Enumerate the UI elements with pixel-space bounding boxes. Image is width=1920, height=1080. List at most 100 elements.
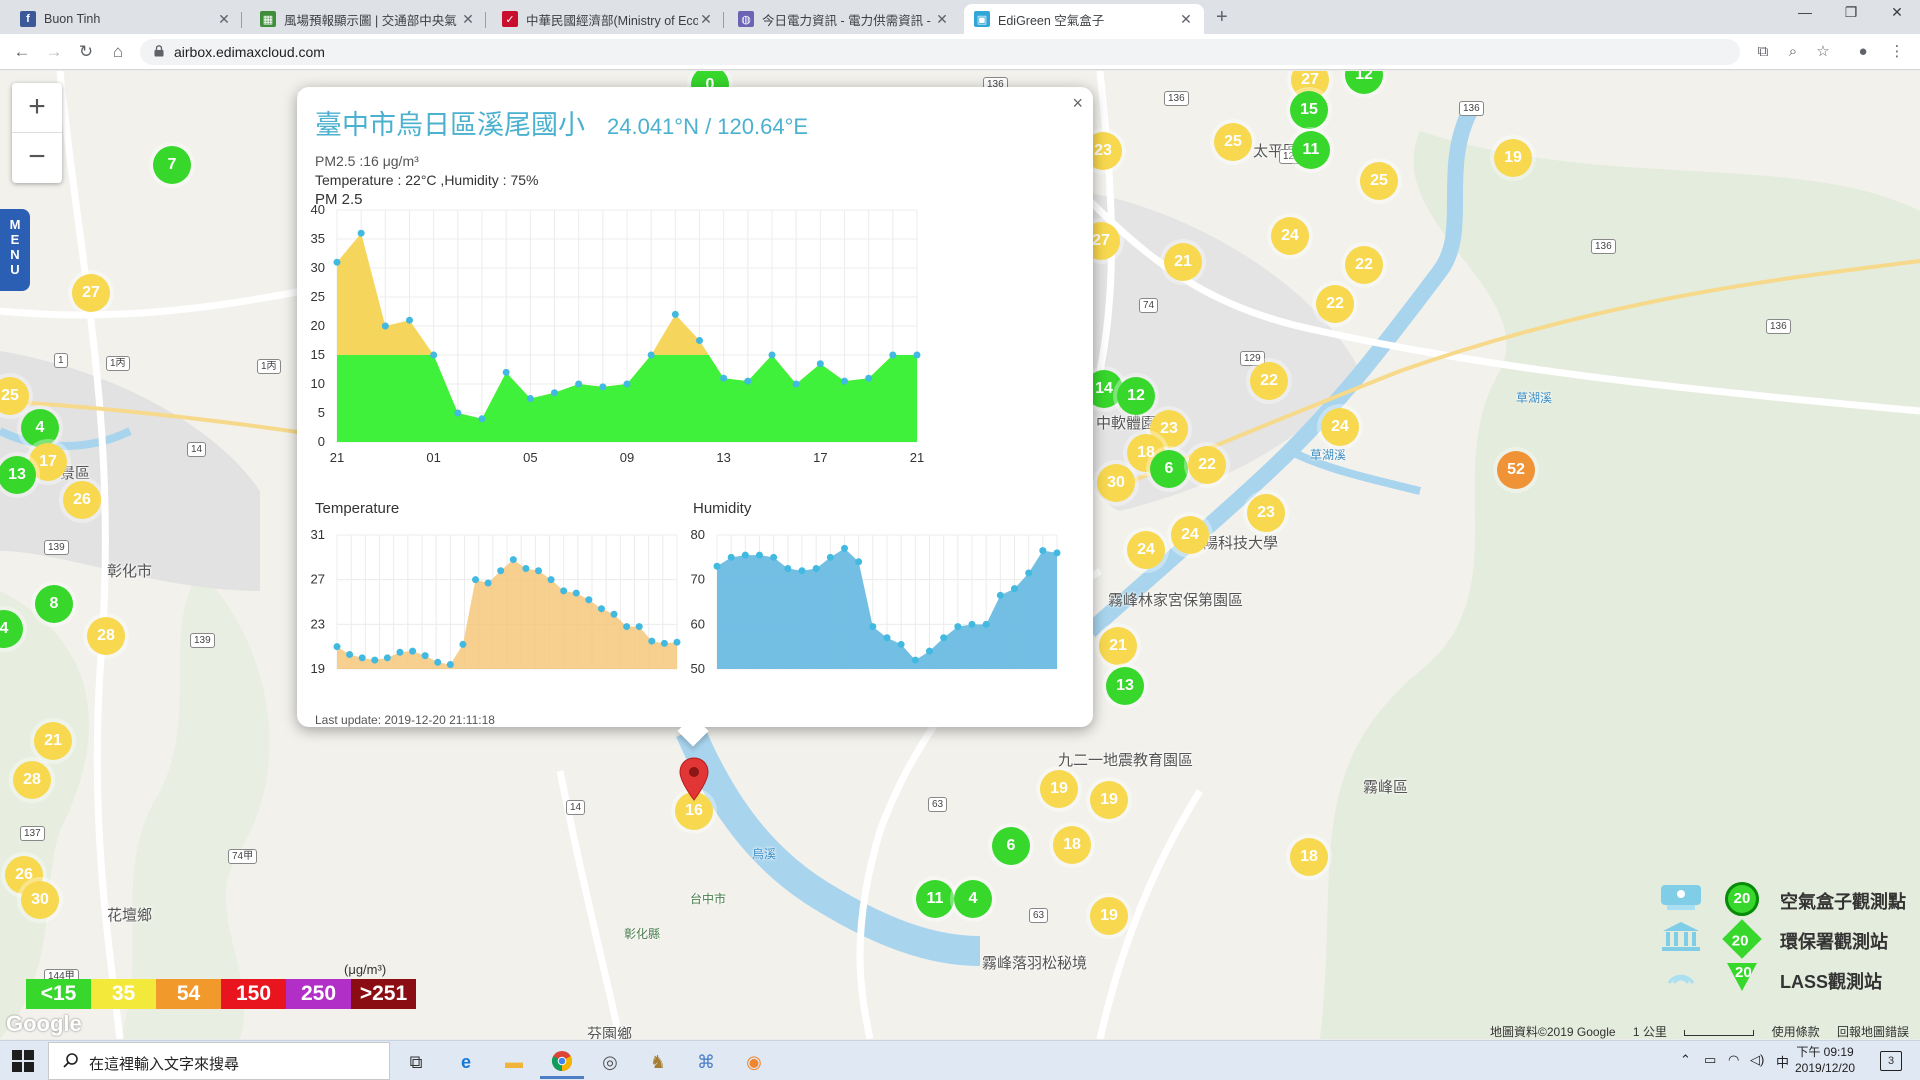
location-pin-icon[interactable] [679, 757, 709, 801]
sensor-marker[interactable]: 12 [1117, 377, 1155, 415]
volume-icon[interactable]: ◁) [1750, 1052, 1764, 1068]
owl-app-icon[interactable]: ♞ [636, 1045, 680, 1079]
sensor-marker[interactable]: 24 [1321, 408, 1359, 446]
sensor-marker[interactable]: 15 [1290, 91, 1328, 129]
sensor-marker[interactable]: 22 [1250, 362, 1288, 400]
file-explorer-icon[interactable]: ▬ [492, 1045, 536, 1079]
report-error-link[interactable]: 回報地圖錯誤 [1837, 1025, 1909, 1039]
close-tab-icon[interactable]: ✕ [934, 11, 950, 28]
close-tab-icon[interactable]: ✕ [216, 11, 232, 28]
sensor-marker[interactable]: 22 [1345, 246, 1383, 284]
data-point [798, 567, 806, 575]
scale-label[interactable]: 1 公里 [1633, 1025, 1667, 1039]
task-view-icon[interactable]: ⧉ [394, 1045, 438, 1079]
tab-power-info[interactable]: ◍ 今日電力資訊 - 電力供需資訊 - 臺 ✕ [728, 4, 960, 34]
forward-icon[interactable]: → [42, 40, 66, 64]
sensor-marker[interactable]: 24 [1171, 516, 1209, 554]
zoom-icon[interactable]: ⌕ [1782, 41, 1804, 63]
sensor-marker[interactable]: 25 [1360, 162, 1398, 200]
sensor-marker[interactable]: 21 [1099, 627, 1137, 665]
new-tab-button[interactable]: + [1216, 6, 1228, 29]
map-canvas[interactable]: 彰化市 花壇鄉 芬園鄉 霧峰區 九二一地震教育園區 霧峰落羽松秘境 霧峰林家宮保第園區 朝陽科… [0, 71, 1920, 1039]
route-shield: 137 [20, 826, 45, 841]
battery-icon[interactable]: ▭ [1704, 1052, 1716, 1068]
sensor-marker[interactable]: 22 [1316, 285, 1354, 323]
home-icon[interactable]: ⌂ [106, 40, 130, 64]
sensor-marker[interactable]: 11 [1292, 131, 1330, 169]
sensor-marker[interactable]: 28 [87, 617, 125, 655]
y-tick-label: 10 [311, 376, 325, 391]
sensor-marker[interactable]: 21 [1164, 243, 1202, 281]
taipower-favicon-icon: ◍ [738, 11, 754, 27]
minimize-button[interactable]: — [1782, 4, 1828, 20]
terms-link[interactable]: 使用條款 [1772, 1025, 1820, 1039]
close-window-button[interactable]: ✕ [1874, 4, 1920, 21]
sensor-marker[interactable]: 19 [1090, 781, 1128, 819]
sensor-marker[interactable]: 30 [21, 881, 59, 919]
sensor-marker[interactable]: 30 [1097, 464, 1135, 502]
zoom-out-button[interactable]: − [12, 133, 62, 183]
show-hidden-icons[interactable]: ⌃ [1680, 1052, 1691, 1068]
sensor-marker[interactable]: 6 [1150, 450, 1188, 488]
menu-tab[interactable]: MENU [0, 209, 30, 291]
taskbar-search-input[interactable]: 在這裡輸入文字來搜尋 [48, 1042, 390, 1080]
chrome-icon[interactable] [540, 1045, 584, 1079]
sensor-marker[interactable]: 26 [63, 481, 101, 519]
sensor-marker[interactable]: 24 [1127, 531, 1165, 569]
sensor-marker[interactable]: 19 [1040, 770, 1078, 808]
sensor-marker[interactable]: 19 [1090, 897, 1128, 935]
wifi-icon[interactable]: ◠ [1728, 1052, 1739, 1068]
close-tab-icon[interactable]: ✕ [460, 11, 476, 28]
data-point [660, 639, 668, 647]
sensor-marker[interactable]: 13 [1106, 667, 1144, 705]
sensor-marker[interactable]: 28 [13, 761, 51, 799]
tab-title: 中華民國經濟部(Ministry of Eco [526, 13, 698, 28]
sensor-marker[interactable]: 8 [35, 585, 73, 623]
network-app-icon[interactable]: ⌘ [684, 1045, 728, 1079]
profile-avatar-icon[interactable]: ● [1852, 41, 1874, 63]
sensor-marker[interactable]: 21 [34, 722, 72, 760]
sensor-marker[interactable]: 23 [1247, 494, 1285, 532]
edge-icon[interactable]: e [444, 1045, 488, 1079]
data-point [623, 380, 631, 388]
close-tab-icon[interactable]: ✕ [698, 11, 714, 28]
address-bar[interactable]: airbox.edimaxcloud.com [140, 39, 1740, 65]
sensor-marker[interactable]: 24 [1271, 217, 1309, 255]
translate-icon[interactable]: ⧉ [1752, 41, 1774, 63]
back-icon[interactable]: ← [10, 40, 34, 64]
compass-app-icon[interactable]: ◎ [588, 1045, 632, 1079]
sensor-marker[interactable]: 18 [1290, 838, 1328, 876]
tab-wind-forecast[interactable]: ▦ 風場預報顯示圖 | 交通部中央氣 ✕ [250, 4, 486, 34]
sensor-marker[interactable]: 11 [916, 880, 954, 918]
tab-ministry-economic[interactable]: ✓ 中華民國經濟部(Ministry of Eco ✕ [492, 4, 724, 34]
route-shield: 1 [54, 353, 68, 368]
blender-icon[interactable]: ◉ [732, 1045, 776, 1079]
data-point [756, 551, 763, 559]
chrome-menu-icon[interactable]: ⋮ [1886, 41, 1908, 63]
notification-center-icon[interactable]: 3 [1880, 1051, 1902, 1071]
bookmark-star-icon[interactable]: ☆ [1812, 41, 1834, 63]
sensor-marker[interactable]: 25 [1214, 123, 1252, 161]
sensor-marker[interactable]: 4 [954, 880, 992, 918]
close-tab-icon[interactable]: ✕ [1178, 11, 1194, 28]
sensor-marker[interactable]: 6 [992, 827, 1030, 865]
lass-badge-value: 20 [1735, 964, 1752, 981]
data-point [430, 351, 438, 359]
tab-edigreen[interactable]: ▣ EdiGreen 空氣盒子 ✕ [964, 4, 1204, 34]
taskbar-clock[interactable]: 下午 09:19 2019/12/20 [1795, 1044, 1855, 1076]
sensor-marker[interactable]: 19 [1494, 139, 1532, 177]
sensor-marker[interactable]: 18 [1053, 826, 1091, 864]
ime-indicator[interactable]: 中 [1776, 1052, 1789, 1071]
tab-buon-tinh[interactable]: f Buon Tinh ✕ [10, 4, 242, 34]
reload-icon[interactable]: ↻ [74, 40, 98, 64]
zoom-in-button[interactable]: + [12, 83, 62, 133]
x-tick-label: 05 [523, 450, 537, 465]
restore-button[interactable]: ❐ [1828, 4, 1874, 21]
sensor-marker[interactable]: 22 [1188, 446, 1226, 484]
sensor-marker[interactable]: 52 [1497, 451, 1535, 489]
windows-start-icon[interactable] [12, 1050, 34, 1072]
pm25-legend-level: 54 [156, 979, 221, 1009]
sensor-marker[interactable]: 27 [72, 274, 110, 312]
sensor-marker[interactable]: 7 [153, 146, 191, 184]
sensor-marker[interactable]: 4 [21, 409, 59, 447]
